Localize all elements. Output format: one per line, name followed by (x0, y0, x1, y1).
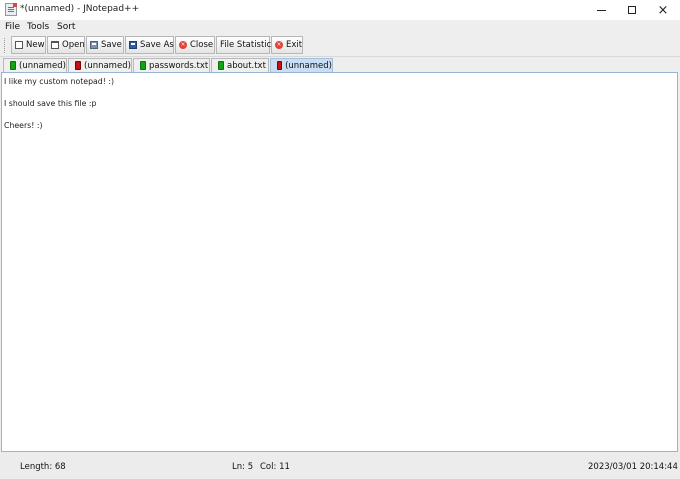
status-line: Ln: 5 (232, 462, 254, 472)
exit-button-label: Exit (286, 40, 303, 50)
close-button-label: Close (190, 40, 214, 50)
open-button[interactable]: Open (47, 36, 85, 54)
editor-line-2 (4, 87, 675, 98)
file-statistic-button[interactable]: File Statistic (216, 36, 272, 54)
tab-label: passwords.txt (149, 60, 209, 71)
menu-sort[interactable]: Sort (57, 22, 75, 32)
window-title: *(unnamed) - JNotepad++ (20, 4, 140, 14)
save-button[interactable]: Save (86, 36, 124, 54)
editor-line-4 (4, 109, 675, 120)
minimize-button[interactable] (585, 0, 617, 20)
close-window-button[interactable]: × (647, 0, 679, 20)
editor-line-3: I should save this file :p (4, 99, 97, 108)
editor-line-5: Cheers! :) (4, 121, 43, 130)
maximize-button[interactable] (616, 0, 648, 20)
tab-about-txt[interactable]: about.txt (211, 58, 269, 72)
save-button-label: Save (101, 40, 122, 50)
new-button-label: New (26, 40, 45, 50)
tab-passwords-txt[interactable]: passwords.txt (133, 58, 210, 72)
close-file-button[interactable]: × Close (175, 36, 215, 54)
close-icon: × (657, 2, 669, 18)
toolbar-grip[interactable] (4, 38, 7, 53)
status-column: Col: 11 (260, 462, 290, 472)
status-datetime: 2023/03/01 20:14:44 (588, 462, 678, 472)
open-folder-icon (51, 41, 59, 49)
save-as-button[interactable]: Save As (125, 36, 174, 54)
saved-file-icon (218, 61, 224, 70)
text-editor[interactable]: I like my custom notepad! :) I should sa… (1, 72, 678, 452)
minimize-icon (596, 9, 606, 11)
save-as-button-label: Save As (140, 40, 174, 50)
maximize-icon (628, 6, 636, 14)
title-bar: *(unnamed) - JNotepad++ × (0, 0, 680, 20)
file-tabs: (unnamed) (unnamed) passwords.txt about.… (0, 57, 680, 72)
exit-button[interactable]: × Exit (271, 36, 303, 54)
java-app-icon (5, 3, 17, 16)
file-statistic-button-label: File Statistic (220, 40, 272, 50)
tab-label: (unnamed) (285, 60, 332, 71)
save-icon (90, 41, 98, 49)
toolbar: New Open Save Save As × Close File Stati… (0, 34, 680, 57)
menu-tools[interactable]: Tools (27, 22, 49, 32)
status-length: Length: 68 (20, 462, 66, 472)
tab-label: about.txt (227, 60, 266, 71)
menu-bar: File Tools Sort (0, 20, 680, 34)
new-button[interactable]: New (11, 36, 46, 54)
tab-unnamed-2[interactable]: (unnamed) (68, 58, 132, 72)
tab-label: (unnamed) (19, 60, 66, 71)
saved-file-icon (140, 61, 146, 70)
unsaved-file-icon (75, 61, 81, 70)
new-document-icon (15, 41, 23, 49)
tab-unnamed-active[interactable]: (unnamed) (270, 58, 333, 72)
exit-icon: × (275, 41, 283, 49)
tab-label: (unnamed) (84, 60, 131, 71)
close-file-icon: × (179, 41, 187, 49)
unsaved-file-icon (277, 61, 283, 70)
save-as-icon (129, 41, 137, 49)
editor-line-1: I like my custom notepad! :) (4, 77, 115, 86)
tab-unnamed-1[interactable]: (unnamed) (3, 58, 67, 72)
open-button-label: Open (62, 40, 85, 50)
saved-file-icon (10, 61, 16, 70)
status-bar: Length: 68 Ln: 5 Col: 11 2023/03/01 20:1… (0, 452, 680, 479)
menu-file[interactable]: File (5, 22, 20, 32)
